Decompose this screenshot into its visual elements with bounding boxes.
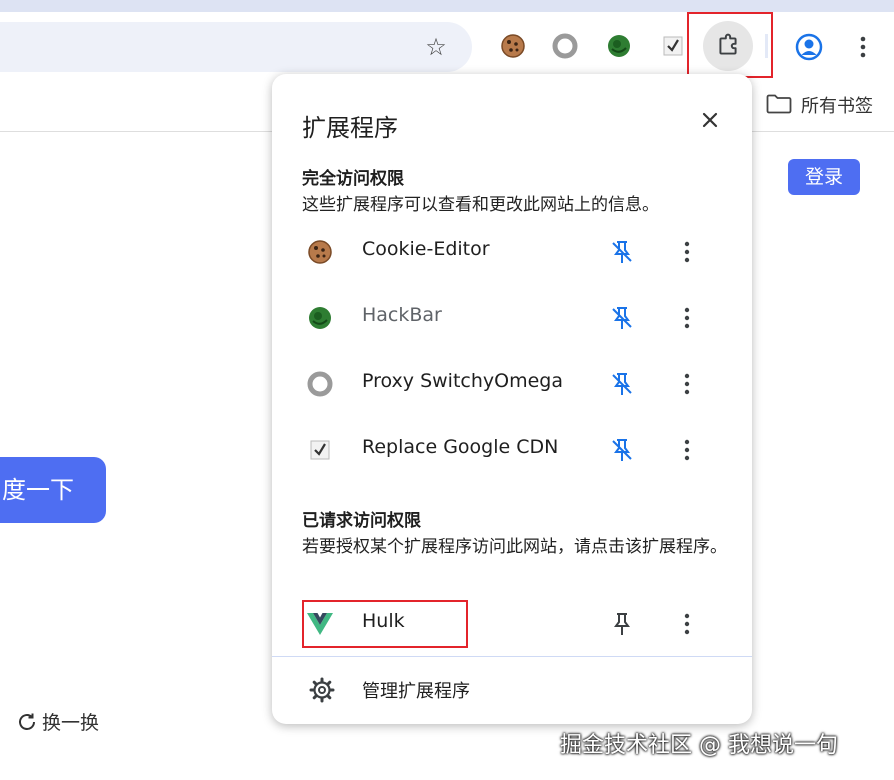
unpin-icon[interactable] [607, 435, 637, 465]
cookie-icon [306, 238, 334, 266]
full-access-description: 这些扩展程序可以查看和更改此网站上的信息。 [302, 195, 659, 215]
search-submit-button[interactable]: 度一下 [0, 457, 106, 523]
extension-name: Proxy SwitchyOmega [362, 370, 564, 392]
more-options-icon[interactable] [672, 369, 702, 399]
replace-cdn-icon [306, 436, 334, 464]
more-options-icon[interactable] [672, 237, 702, 267]
bookmark-star-icon[interactable]: ☆ [420, 32, 452, 62]
watermark: 掘金技术社区 @ 我想说一句 [560, 733, 838, 758]
proxy-switchyomega-icon[interactable] [549, 30, 581, 62]
browser-menu-icon[interactable] [847, 31, 879, 63]
toolbar-separator [765, 34, 768, 58]
unpin-icon[interactable] [607, 369, 637, 399]
requested-access-description: 若要授权某个扩展程序访问此网站，请点击该扩展程序。 [302, 537, 727, 557]
replace-cdn-icon[interactable] [657, 30, 689, 62]
full-access-heading: 完全访问权限 [302, 169, 404, 189]
extension-name: HackBar [362, 304, 442, 326]
login-button[interactable]: 登录 [788, 159, 860, 195]
proxy-switchyomega-icon [306, 370, 334, 398]
more-options-icon[interactable] [672, 303, 702, 333]
highlight-box-hulk [302, 600, 468, 648]
profile-avatar-icon[interactable] [793, 31, 825, 63]
requested-access-heading: 已请求访问权限 [302, 511, 421, 531]
refresh-icon [19, 713, 35, 730]
cookie-icon[interactable] [497, 30, 529, 62]
refresh-label: 换一换 [42, 712, 100, 734]
extension-row-cookie-editor[interactable]: Cookie-Editor [292, 224, 732, 280]
manage-extensions-label: 管理扩展程序 [362, 681, 470, 702]
address-bar[interactable] [0, 22, 472, 72]
extension-name: Replace Google CDN [362, 436, 559, 458]
gear-icon [308, 676, 336, 704]
unpin-icon[interactable] [607, 237, 637, 267]
pin-icon[interactable] [607, 609, 637, 639]
panel-divider [272, 656, 752, 657]
panel-title: 扩展程序 [302, 114, 398, 142]
manage-extensions-button[interactable]: 管理扩展程序 [292, 664, 732, 716]
bookmark-folder-all[interactable]: 所有书签 [801, 92, 873, 118]
extension-row-proxy-switchyomega[interactable]: Proxy SwitchyOmega [292, 356, 732, 412]
close-icon[interactable] [696, 106, 724, 134]
extension-name: Cookie-Editor [362, 238, 490, 260]
extension-row-replace-google-cdn[interactable]: Replace Google CDN [292, 422, 732, 478]
more-options-icon[interactable] [672, 435, 702, 465]
browser-top-strip [0, 0, 894, 12]
extension-row-hackbar[interactable]: HackBar [292, 290, 732, 346]
folder-icon[interactable] [766, 94, 792, 114]
hackbar-icon[interactable] [603, 30, 635, 62]
refresh-link[interactable]: 换一换 [16, 708, 99, 735]
more-options-icon[interactable] [672, 609, 702, 639]
unpin-icon[interactable] [607, 303, 637, 333]
highlight-box-extensions [687, 12, 773, 78]
hackbar-icon [306, 304, 334, 332]
